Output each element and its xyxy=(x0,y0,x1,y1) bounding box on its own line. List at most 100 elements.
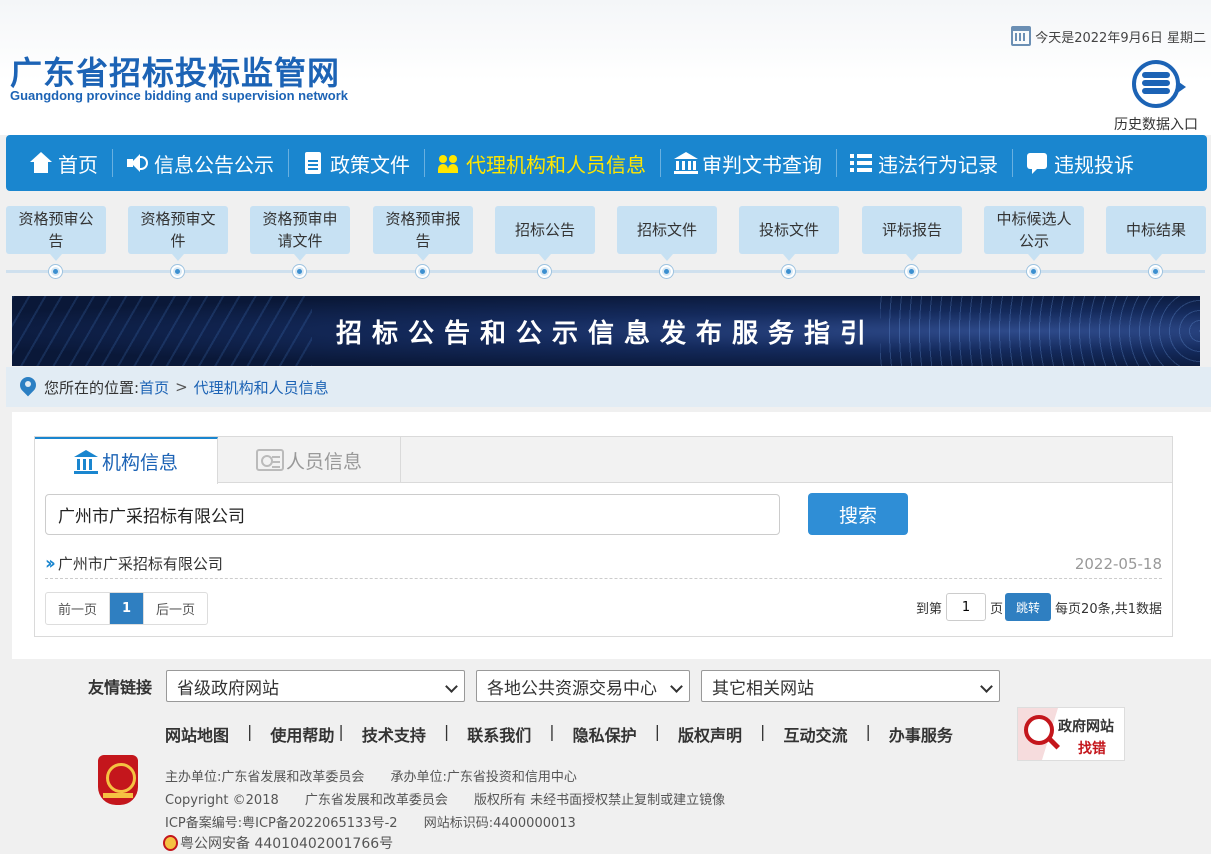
courthouse-icon xyxy=(674,152,698,174)
nav-agencies[interactable]: 代理机构和人员信息 xyxy=(424,135,660,191)
people-icon xyxy=(438,152,460,174)
footer-separator: | xyxy=(443,722,450,741)
tab-organization-label: 机构信息 xyxy=(101,452,178,474)
breadcrumb: 您所在的位置: 首页 > 代理机构和人员信息 xyxy=(6,367,1211,407)
footer-rights: 版权所有 未经书面授权禁止复制或建立镜像 xyxy=(474,793,726,808)
process-steps: 资格预审公告 资格预审文件 资格预审申请文件 资格预审报告 招标公告 招标文件 … xyxy=(0,204,1211,284)
step-candidate-notice[interactable]: 中标候选人公示 xyxy=(984,206,1084,261)
jump-prefix: 到第 xyxy=(916,601,943,617)
gov-badge-line2: 找错 xyxy=(1078,741,1106,757)
result-row[interactable]: ›› 广州市广采招标有限公司 2022-05-18 xyxy=(45,549,1162,579)
step-prequal-docs[interactable]: 资格预审文件 xyxy=(128,206,228,261)
footer-link-interaction[interactable]: 互动交流 xyxy=(783,722,847,746)
step-dot xyxy=(538,265,551,278)
nav-policy[interactable]: 政策文件 xyxy=(288,135,424,191)
step-prequal-report[interactable]: 资格预审报告 xyxy=(373,206,473,261)
footer-separator: | xyxy=(654,722,661,741)
calendar-icon xyxy=(1011,26,1032,46)
nav-violations[interactable]: 违法行为记录 xyxy=(836,135,1012,191)
tab-bar: 机构信息 人员信息 xyxy=(35,437,1172,484)
breadcrumb-current-link[interactable]: 代理机构和人员信息 xyxy=(194,377,329,398)
step-evaluation-report[interactable]: 评标报告 xyxy=(862,206,962,261)
public-resource-select[interactable]: 各地公共资源交易中心 xyxy=(476,670,691,702)
footer-link-tech-support[interactable]: 技术支持 xyxy=(362,722,426,746)
step-prequal-notice[interactable]: 资格预审公告 xyxy=(6,206,106,261)
public-resource-select-value: 各地公共资源交易中心 xyxy=(487,678,658,699)
footer-undertaker: 承办单位:广东省投资和信用中心 xyxy=(390,770,577,785)
page-1-button[interactable]: 1 xyxy=(110,593,145,624)
history-data-link[interactable]: 历史数据入口 xyxy=(1104,58,1208,134)
footer-org-info: 主办单位:广东省发展和改革委员会 承办单位:广东省投资和信用中心 xyxy=(165,766,577,785)
tab-personnel-info[interactable]: 人员信息 xyxy=(218,437,401,483)
nav-announcements[interactable]: 信息公告公示 xyxy=(112,135,288,191)
bank-icon xyxy=(73,449,98,474)
step-tender-notice[interactable]: 招标公告 xyxy=(495,206,595,261)
nav-violations-label: 违法行为记录 xyxy=(878,152,998,177)
step-bid-docs[interactable]: 投标文件 xyxy=(739,206,839,261)
nav-complaints-label: 违规投诉 xyxy=(1054,152,1134,177)
nav-judgments[interactable]: 审判文书查询 xyxy=(660,135,836,191)
service-guide-banner[interactable]: 招标公告和公示信息发布服务指引 xyxy=(12,296,1200,366)
document-icon xyxy=(302,152,324,174)
search-input[interactable] xyxy=(45,494,780,535)
next-page-button[interactable]: 后一页 xyxy=(144,593,207,624)
nav-complaints[interactable]: 违规投诉 xyxy=(1012,135,1148,191)
party-gov-emblem-icon[interactable] xyxy=(98,755,138,805)
step-tender-docs[interactable]: 招标文件 xyxy=(617,206,717,261)
chat-icon xyxy=(1026,152,1048,174)
magnifier-icon xyxy=(1024,715,1054,745)
gov-site-error-report-badge[interactable]: 政府网站 找错 xyxy=(1017,707,1125,761)
footer-link-contact[interactable]: 联系我们 xyxy=(467,722,531,746)
current-date: 今天是2022年9月6日 星期二 xyxy=(1011,26,1206,46)
step-dot xyxy=(782,265,795,278)
step-dot xyxy=(293,265,306,278)
footer-police-text: 粤公网安备 44010402001766号 xyxy=(180,836,394,852)
search-button[interactable]: 搜索 xyxy=(808,493,908,535)
tab-personnel-label: 人员信息 xyxy=(285,450,362,473)
provincial-gov-select-value: 省级政府网站 xyxy=(177,678,280,699)
breadcrumb-prefix: 您所在的位置: xyxy=(44,378,140,397)
footer-separator: | xyxy=(549,722,555,741)
site-header: 广东省招标投标监管网 Guangdong province bidding an… xyxy=(0,0,1211,135)
main-nav: 首页 信息公告公示 政策文件 代理机构和人员信息 审判文书查询 违法行为记录 违… xyxy=(6,135,1207,191)
footer-registration-info: ICP备案编号:粤ICP备2022065133号-2 网站标识码:4400000… xyxy=(165,812,576,831)
location-pin-icon xyxy=(20,377,36,397)
pagination: 前一页 1 后一页 xyxy=(45,592,209,625)
result-name[interactable]: 广州市广采招标有限公司 xyxy=(58,553,223,574)
tab-organization-info[interactable]: 机构信息 xyxy=(35,437,218,484)
provincial-gov-select[interactable]: 省级政府网站 xyxy=(166,670,466,702)
nav-agencies-label: 代理机构和人员信息 xyxy=(466,152,646,177)
breadcrumb-home-link[interactable]: 首页 xyxy=(139,377,169,398)
footer-link-privacy[interactable]: 隐私保护 xyxy=(573,722,637,746)
footer-police-record[interactable]: 粤公网安备 44010402001766号 xyxy=(163,833,393,853)
database-icon xyxy=(1126,58,1186,108)
step-prequal-application[interactable]: 资格预审申请文件 xyxy=(250,206,350,261)
prev-page-button[interactable]: 前一页 xyxy=(46,593,111,624)
footer-icp[interactable]: ICP备案编号:粤ICP备2022065133号-2 xyxy=(165,816,398,831)
step-dot xyxy=(1027,265,1040,278)
footer-link-services[interactable]: 办事服务 xyxy=(889,722,953,746)
step-dot xyxy=(1149,265,1162,278)
friendly-links: 友情链接 省级政府网站 各地公共资源交易中心 其它相关网站 xyxy=(88,670,1011,702)
footer-link-sitemap[interactable]: 网站地图 xyxy=(165,722,229,746)
other-sites-select[interactable]: 其它相关网站 xyxy=(701,670,1001,702)
jump-suffix: 页 xyxy=(990,601,1004,617)
jump-page-input[interactable] xyxy=(946,593,987,621)
jump-button[interactable]: 跳转 xyxy=(1005,593,1052,621)
footer-link-help[interactable]: 使用帮助 xyxy=(270,722,334,746)
footer-copyright-info: Copyright ©2018 广东省发展和改革委员会 版权所有 未经书面授权禁… xyxy=(165,789,725,808)
home-icon xyxy=(30,152,52,174)
step-award-result[interactable]: 中标结果 xyxy=(1106,206,1206,261)
breadcrumb-separator: > xyxy=(175,378,188,396)
page-summary: 每页20条,共1数据 xyxy=(1055,601,1162,617)
nav-home[interactable]: 首页 xyxy=(6,135,112,191)
footer-site-code: 网站标识码:4400000013 xyxy=(423,816,576,831)
step-dot xyxy=(660,265,673,278)
step-dot xyxy=(171,265,184,278)
site-subtitle: Guangdong province bidding and supervisi… xyxy=(10,88,349,103)
footer-link-copyright[interactable]: 版权声明 xyxy=(678,722,742,746)
step-dot xyxy=(905,265,918,278)
footer-host: 主办单位:广东省发展和改革委员会 xyxy=(165,770,365,785)
step-dot xyxy=(416,265,429,278)
nav-home-label: 首页 xyxy=(58,152,98,177)
